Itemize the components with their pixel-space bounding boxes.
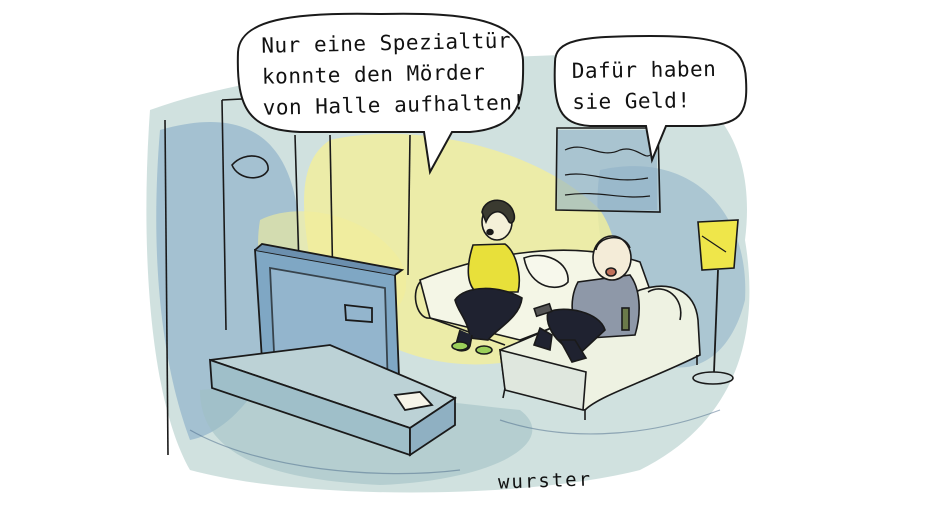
man-speech-text: Dafür haben sie Geld! xyxy=(572,54,717,118)
man-speech-line: Dafür haben xyxy=(571,56,717,84)
woman-speech-text: Nur eine Spezialtür konnte den Mörder vo… xyxy=(261,25,526,123)
wall-painting xyxy=(555,127,661,213)
man-speech-line: sie Geld! xyxy=(572,88,691,115)
cartoon-stage: Nur eine Spezialtür konnte den Mörder vo… xyxy=(0,0,940,529)
artist-signature: wurster xyxy=(497,468,593,494)
woman-speech-line: von Halle aufhalten! xyxy=(262,90,526,120)
